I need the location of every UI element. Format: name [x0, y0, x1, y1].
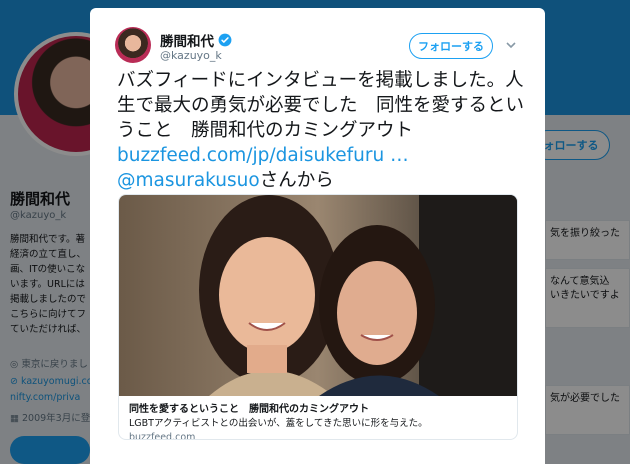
- tweet-text: バズフィードにインタビューを掲載しました。人生で最大の勇気が必要でした 同性を愛…: [117, 70, 525, 191]
- card-title: 同性を愛するということ 勝間和代のカミングアウト: [129, 404, 369, 415]
- card-body: 同性を愛するということ 勝間和代のカミングアウト LGBTアクティビストとの出会…: [129, 403, 509, 440]
- verified-badge-icon: [218, 33, 232, 47]
- tweet-modal: 勝間和代 @kazuyo_k フォローする バズフィードにインタビューを掲載しま…: [90, 8, 545, 464]
- author-handle[interactable]: @kazuyo_k: [160, 49, 222, 62]
- chevron-down-icon[interactable]: [504, 38, 518, 52]
- card-description: LGBTアクティビストとの出会いが、蓋をしてきた思いに形を与えた。: [129, 418, 428, 429]
- follow-button[interactable]: フォローする: [409, 33, 493, 59]
- author-name[interactable]: 勝間和代: [160, 30, 232, 50]
- tweet-link[interactable]: buzzfeed.com/jp/daisukefuru …: [117, 145, 409, 166]
- tweet-mention[interactable]: @masurakusuo: [117, 170, 260, 191]
- card-domain: buzzfeed.com: [129, 432, 196, 440]
- card-image: [119, 195, 517, 396]
- author-avatar[interactable]: [115, 27, 151, 63]
- link-preview-card[interactable]: 同性を愛するということ 勝間和代のカミングアウト LGBTアクティビストとの出会…: [118, 194, 518, 440]
